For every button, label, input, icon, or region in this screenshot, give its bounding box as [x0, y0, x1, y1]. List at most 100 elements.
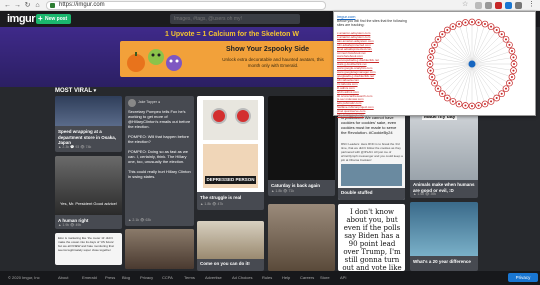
post-title: Double stuffed — [341, 190, 373, 195]
footer-link[interactable]: Privacy — [140, 275, 153, 280]
tweet-text: Elon is marketing like 'the meter 11' di… — [58, 236, 115, 252]
footer-link[interactable]: Careers — [300, 275, 314, 280]
graph-edge — [432, 50, 473, 65]
tracker-graph — [426, 18, 518, 110]
graph-edge — [471, 63, 486, 104]
tracker-extension-icon[interactable] — [495, 2, 502, 9]
post-card[interactable]: Speed wrapping at a department store in … — [55, 96, 122, 152]
footer-link[interactable]: Advertise — [205, 275, 222, 280]
reload-button[interactable]: ↻ — [23, 1, 32, 10]
tracker-node-icon — [446, 96, 449, 99]
menu-icon[interactable]: ⋮ — [528, 1, 535, 8]
footer-link[interactable]: Help — [282, 275, 290, 280]
tracker-node-icon — [431, 50, 434, 53]
graph-edge — [471, 63, 512, 78]
footer-link[interactable]: Terms — [184, 275, 195, 280]
post-card[interactable]: Elon is marketing like 'the meter 11' di… — [55, 233, 122, 265]
graph-edge — [471, 63, 507, 89]
site-node[interactable] — [468, 60, 476, 68]
tracker-link[interactable]: cdn.quantcount.com — [337, 114, 407, 118]
footer-link[interactable]: Emerald — [82, 275, 97, 280]
post-image — [197, 221, 264, 259]
footer-link[interactable]: Store — [320, 275, 330, 280]
post-card[interactable] — [268, 204, 335, 271]
meme-panel — [203, 100, 258, 140]
imgur-logo[interactable]: imgur — [7, 13, 36, 25]
home-button[interactable]: ⌂ — [33, 1, 42, 10]
post-card[interactable]: Jake Tapper ● Secretary Pompeo tells Fox… — [125, 96, 194, 226]
post-stats: ▲ 1.9k 👁 49k — [58, 223, 82, 227]
site-footer: © 2020 Imgur, Inc About Emerald Press Blog Pr… — [0, 271, 540, 285]
footer-link[interactable]: © 2020 Imgur, Inc — [8, 275, 40, 280]
graph-edge — [442, 63, 473, 94]
post-image — [268, 204, 335, 271]
tracker-node-icon — [508, 82, 511, 85]
tracker-node-icon — [429, 63, 431, 65]
post-card[interactable]: Yes, Mr. President Good advice! A human … — [55, 156, 122, 229]
tracker-node-icon — [433, 43, 436, 46]
post-card[interactable]: What's a 20 year difference — [410, 202, 478, 271]
extension-icon[interactable] — [475, 2, 482, 9]
footer-link[interactable]: CCPA — [162, 275, 173, 280]
post-card[interactable]: Come on you can do it! — [197, 221, 264, 271]
extension-icon[interactable] — [515, 2, 522, 9]
tracker-node-icon — [512, 56, 515, 59]
url-text: https://imgur.com — [59, 2, 105, 8]
tracker-node-icon — [490, 25, 493, 28]
extension-icon[interactable] — [505, 2, 512, 9]
tracker-node-icon — [490, 100, 493, 103]
footer-link[interactable]: Ad Choices — [232, 275, 252, 280]
graph-edge — [471, 34, 502, 65]
tracker-node-icon — [500, 92, 503, 95]
search-input[interactable] — [170, 14, 300, 24]
back-button[interactable]: ← — [3, 1, 12, 10]
footer-link[interactable]: Blog — [122, 275, 130, 280]
star-icon[interactable]: ☆ — [462, 1, 469, 8]
post-title: Speed wrapping at a department store in … — [58, 129, 117, 145]
post-card[interactable]: DEPRESSED PERSON The struggle is real ▲ … — [197, 96, 264, 210]
tracker-extension-popup: imgur.com Below you will find the sites … — [333, 11, 536, 118]
tweet-text: Secretary Pompeo tells Fox he's working … — [128, 109, 191, 179]
sort-dropdown[interactable]: MOST VIRAL ▾ — [55, 88, 96, 94]
tracker-node-icon — [437, 87, 440, 90]
plus-icon: + — [38, 14, 43, 23]
tweet-text: RNC Leaders: Here RNC is to break the 3r… — [341, 142, 403, 162]
new-post-button[interactable]: + New post — [36, 14, 71, 24]
post-text: I don't know about you, but even if the … — [342, 208, 402, 271]
tracker-node-icon — [458, 102, 461, 105]
chevron-down-icon: ▾ — [93, 88, 97, 94]
graph-edge — [447, 63, 473, 99]
tracker-node-icon — [446, 29, 449, 32]
tracker-node-icon — [471, 105, 473, 107]
post-card[interactable]: I don't know about you, but even if the … — [338, 204, 405, 271]
post-title: The struggle is real — [200, 195, 242, 200]
tracker-node-icon — [451, 100, 454, 103]
footer-link[interactable]: API — [340, 275, 346, 280]
footer-link[interactable]: Press — [105, 275, 115, 280]
graph-edge — [471, 63, 497, 99]
extension-icon[interactable] — [485, 2, 492, 9]
post-card[interactable]: Caturday is back again ▲ 1.8k 👁 71k — [268, 96, 335, 196]
post-image: DEPRESSED PERSON — [197, 96, 264, 192]
footer-link[interactable]: Rules — [262, 275, 272, 280]
forward-button[interactable]: → — [13, 1, 22, 10]
promo-banner[interactable]: 1 Upvote = 1 Calcium for the Skeleton W … — [0, 27, 335, 87]
post-image — [410, 202, 478, 256]
footer-link[interactable]: About — [58, 275, 68, 280]
post-card[interactable]: is politicized. We cannot have cookies f… — [338, 112, 405, 200]
new-post-label: New post — [45, 16, 68, 22]
privacy-button[interactable]: Privacy — [508, 273, 538, 282]
post-title: Come on you can do it! — [200, 261, 250, 266]
graph-edge — [471, 39, 507, 65]
post-image: Yes, Mr. President Good advice! — [55, 156, 122, 215]
address-bar[interactable]: https://imgur.com — [46, 1, 326, 10]
banner-title: Show Your 2spooky Side — [226, 46, 309, 53]
halloween-art — [127, 49, 182, 72]
post-stats: ▲ 1.8k 👁 71k — [271, 189, 295, 193]
post-stats: ▲ 1.6k 👁 39k — [413, 192, 437, 196]
tracker-node-icon — [464, 104, 467, 107]
post-card[interactable]: Made my day Animals make when humans are… — [410, 112, 478, 198]
banner-card[interactable]: Show Your 2spooky Side Unlock extra deco… — [120, 41, 335, 77]
post-stats: ▲ 1.8k 👁 47k — [200, 202, 224, 206]
post-card[interactable] — [125, 229, 194, 269]
